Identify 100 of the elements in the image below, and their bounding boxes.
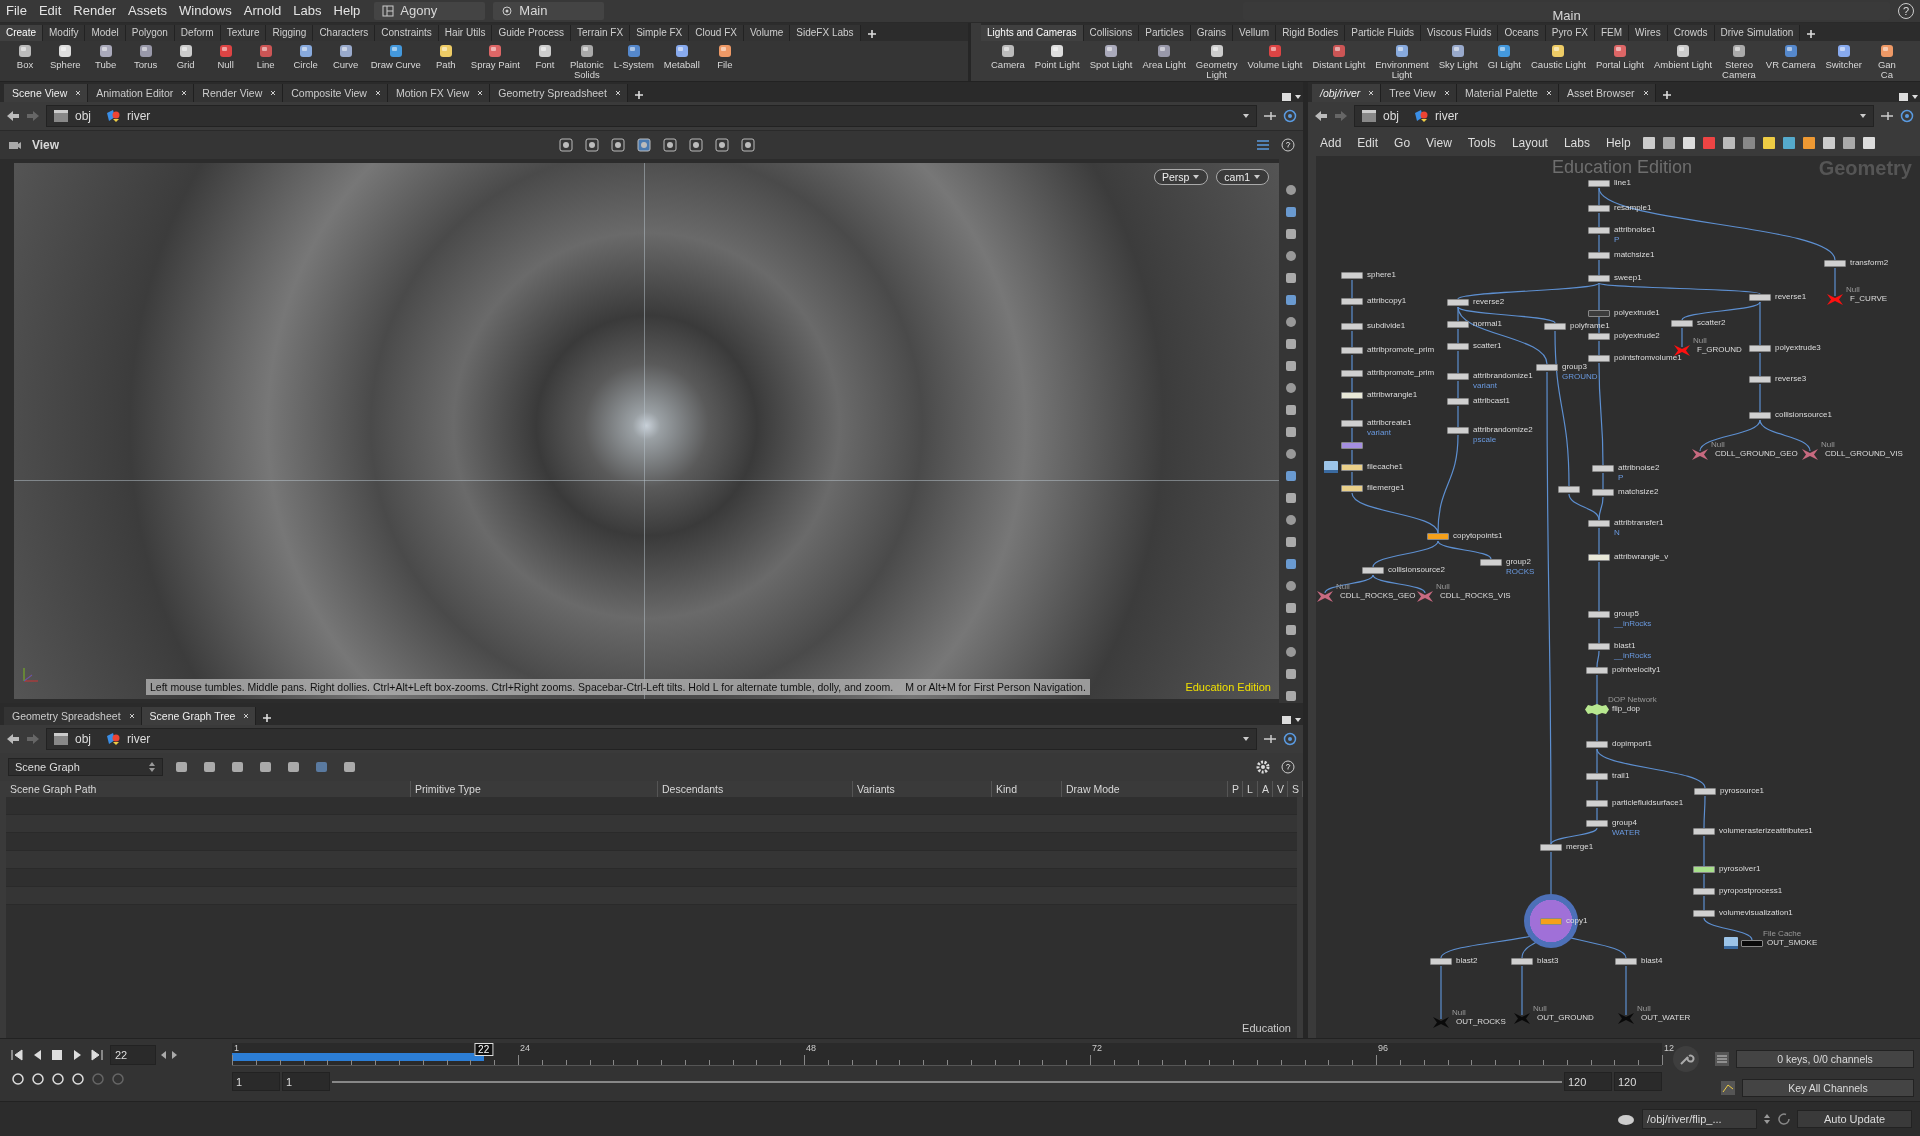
shelf-tab[interactable]: Pyro FX	[1545, 24, 1595, 41]
column-header[interactable]: L	[1243, 780, 1258, 797]
status-path-field[interactable]: /obj/river/flip_...	[1642, 1109, 1757, 1130]
shelf-tool[interactable]: Environment Light	[1371, 42, 1433, 79]
menu-item[interactable]: Assets	[122, 3, 173, 19]
shelf-tab[interactable]: Model	[85, 24, 126, 41]
shelf-tab[interactable]: Vellum	[1233, 24, 1277, 41]
column-header[interactable]: Kind	[992, 780, 1062, 797]
end-frame-field[interactable]: 120	[1614, 1072, 1662, 1092]
pane-tab[interactable]: Motion FX View	[387, 83, 491, 102]
shelf-tool[interactable]: Torus	[126, 42, 165, 79]
shelf-tool[interactable]: Gan Ca	[1867, 42, 1906, 79]
shelf-tab[interactable]: Rigid Bodies	[1276, 24, 1346, 41]
shelf-tab[interactable]: Volume	[743, 24, 791, 41]
shelf-tool[interactable]: Metaball	[659, 42, 704, 79]
start-frame-field[interactable]: 1	[282, 1072, 330, 1092]
shelf-tool[interactable]: Tube	[86, 42, 125, 79]
column-header[interactable]: Primitive Type	[411, 780, 658, 797]
shelf-tab[interactable]: Drive Simulation	[1714, 24, 1801, 41]
shelf-tool[interactable]: Caustic Light	[1527, 42, 1590, 79]
shelf-tool[interactable]: Curve	[326, 42, 365, 79]
path-crumb[interactable]: river	[1413, 108, 1465, 123]
menu-item[interactable]: File	[0, 3, 33, 19]
shelf-tool[interactable]: Switcher	[1821, 42, 1866, 79]
path-crumb[interactable]: river	[105, 731, 157, 746]
shelf-tab[interactable]: Simple FX	[630, 24, 690, 41]
shelf-tab[interactable]: Lights and Cameras	[981, 24, 1084, 41]
shelf-tool[interactable]: Sky Light	[1434, 42, 1482, 79]
menu-item[interactable]: Edit	[1351, 135, 1385, 150]
menu-item[interactable]: Go	[1388, 135, 1417, 150]
context-dropdown[interactable]: Main	[493, 1, 605, 20]
shelf-tool[interactable]: Circle	[286, 42, 325, 79]
shelf-tool[interactable]: Point Light	[1030, 42, 1084, 79]
shelf-tool[interactable]: Spot Light	[1085, 42, 1137, 79]
pane-tab[interactable]: Scene Graph Tree	[141, 706, 257, 725]
shelf-tab[interactable]: Characters	[313, 24, 376, 41]
frame-field[interactable]: 22	[110, 1045, 156, 1066]
shelf-tool[interactable]: Spray Paint	[466, 42, 524, 79]
pane-tab[interactable]: Render View	[194, 83, 284, 102]
shelf-tab[interactable]: Modify	[43, 24, 86, 41]
update-mode-dropdown[interactable]: Auto Update	[1797, 1110, 1912, 1129]
pane-tab[interactable]: Asset Browser	[1558, 83, 1656, 102]
menu-item[interactable]: Help	[1599, 135, 1637, 150]
pane-tab[interactable]: Geometry Spreadsheet	[490, 83, 628, 102]
column-header[interactable]: Scene Graph Path	[6, 780, 411, 797]
shelf-tab[interactable]: Crowds	[1667, 24, 1715, 41]
menu-item[interactable]: Edit	[32, 3, 68, 19]
column-header[interactable]: S	[1288, 780, 1303, 797]
shelf-tab[interactable]: Cloud FX	[689, 24, 744, 41]
mode-dropdown[interactable]: Scene Graph	[8, 757, 163, 776]
pane-tab[interactable]: Geometry Spreadsheet	[4, 706, 142, 725]
path-crumb[interactable]: obj	[53, 731, 97, 746]
column-header[interactable]: P	[1228, 780, 1243, 797]
shelf-tab[interactable]: Collisions	[1083, 24, 1140, 41]
pane-tab[interactable]: Tree View	[1381, 83, 1457, 102]
pane-tab[interactable]: Animation Editor	[88, 83, 195, 102]
menu-item[interactable]: View	[1420, 135, 1458, 150]
keys-dropdown[interactable]: 0 keys, 0/0 channels	[1736, 1050, 1914, 1069]
shelf-tool[interactable]: Distant Light	[1308, 42, 1370, 79]
shelf-tool[interactable]: GI Light	[1483, 42, 1525, 79]
shelf-tab[interactable]: Constraints	[375, 24, 439, 41]
shelf-tool[interactable]: Path	[426, 42, 465, 79]
menu-item[interactable]: Tools	[1461, 135, 1502, 150]
shelf-tool[interactable]: File	[705, 42, 744, 79]
shelf-tool[interactable]: Portal Light	[1591, 42, 1648, 79]
shelf-tab[interactable]: Grains	[1190, 24, 1234, 41]
shelf-tool[interactable]: Camera	[987, 42, 1029, 79]
shelf-tab[interactable]: SideFX Labs	[790, 24, 861, 41]
shelf-tab[interactable]: Polygon	[125, 24, 175, 41]
camera-menu-button[interactable]: Persp	[1153, 168, 1209, 185]
pane-tab[interactable]: Scene View	[4, 83, 89, 102]
shelf-tab[interactable]: Texture	[220, 24, 267, 41]
path-crumb[interactable]: obj	[53, 108, 97, 123]
shelf-tab[interactable]: Rigging	[266, 24, 314, 41]
menu-item[interactable]: Windows	[173, 3, 238, 19]
shelf-tool[interactable]: Geometry Light	[1191, 42, 1242, 79]
shelf-tab[interactable]: Particles	[1139, 24, 1191, 41]
shelf-tool[interactable]: Volume Light	[1243, 42, 1307, 79]
shelf-tab[interactable]: Particle Fluids	[1345, 24, 1422, 41]
key-all-channels-button[interactable]: Key All Channels	[1742, 1079, 1914, 1098]
menu-item[interactable]: Add	[1314, 135, 1348, 150]
shelf-tab[interactable]: Viscous Fluids	[1421, 24, 1499, 41]
menu-item[interactable]: Render	[67, 3, 122, 19]
shelf-tool[interactable]: L-System	[609, 42, 658, 79]
menu-item[interactable]: Labs	[1557, 135, 1596, 150]
menu-item[interactable]: Help	[327, 3, 367, 19]
pane-tab[interactable]: Material Palette	[1456, 83, 1559, 102]
shelf-tab[interactable]: Deform	[174, 24, 221, 41]
shelf-tool[interactable]: Null	[206, 42, 245, 79]
menu-item[interactable]: Arnold	[237, 3, 288, 19]
path-crumb[interactable]: river	[105, 108, 157, 123]
column-header[interactable]: Descendants	[658, 780, 853, 797]
menu-item[interactable]: Labs	[287, 3, 328, 19]
column-header[interactable]: Draw Mode	[1062, 780, 1228, 797]
current-frame-marker[interactable]: 22	[474, 1043, 494, 1057]
shelf-tool[interactable]: Box	[6, 42, 44, 79]
shelf-tool[interactable]: Font	[525, 42, 564, 79]
column-header[interactable]: V	[1273, 780, 1288, 797]
end-frame-field[interactable]: 120	[1564, 1072, 1612, 1092]
shelf-tool[interactable]: Draw Curve	[366, 42, 425, 79]
